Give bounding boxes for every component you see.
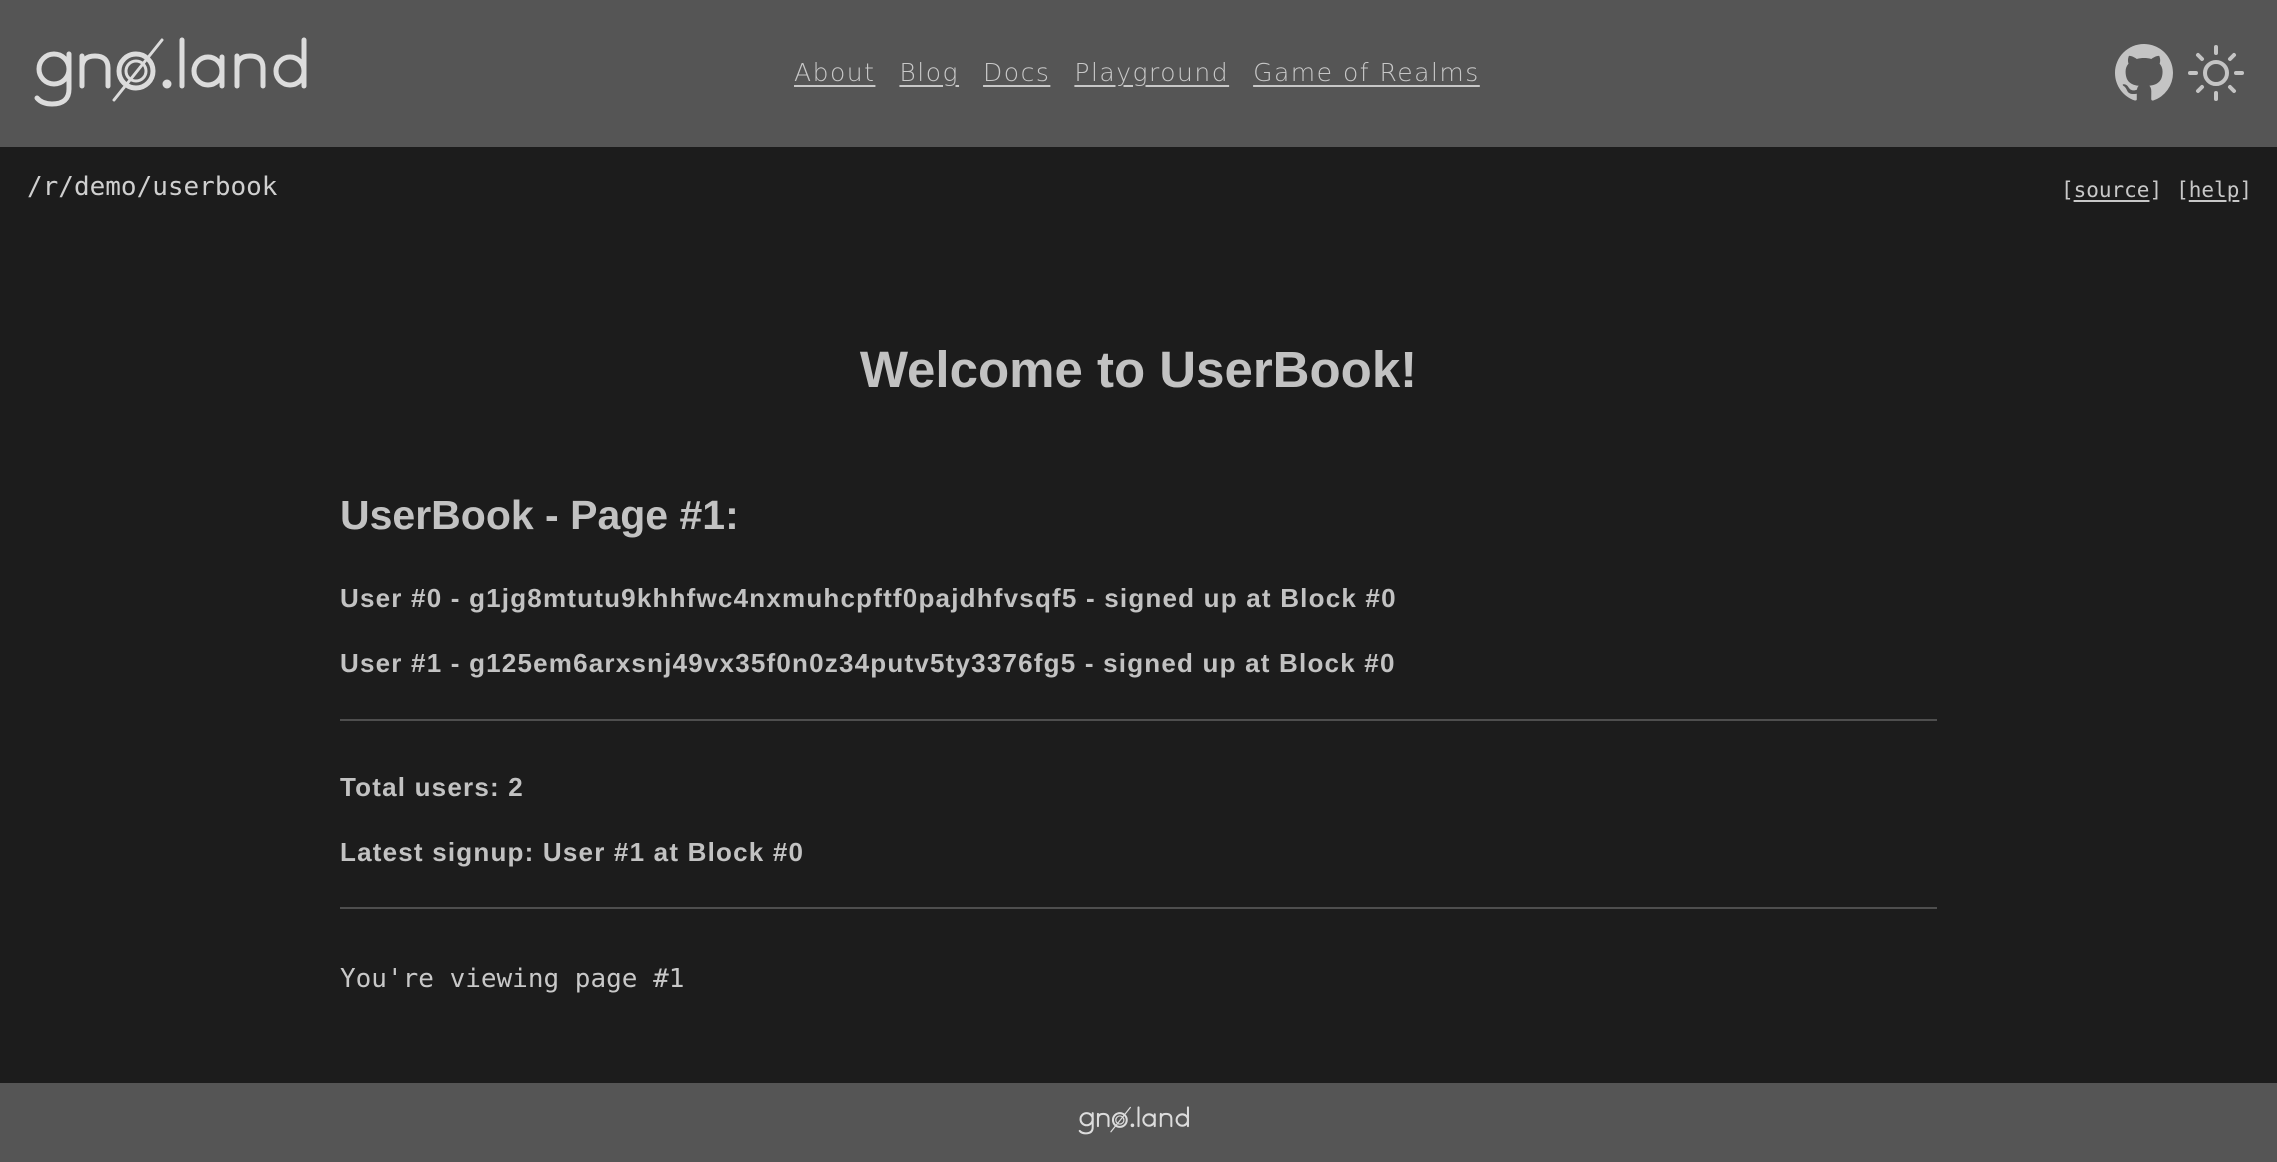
header-icons bbox=[2115, 44, 2245, 107]
user-entry: User #1 - g125em6arxsnj49vx35f0n0z34putv… bbox=[340, 648, 1396, 678]
sun-icon[interactable] bbox=[2187, 44, 2245, 107]
header: About Blog Docs Playground Game of Realm… bbox=[0, 0, 2277, 147]
main-nav: About Blog Docs Playground Game of Realm… bbox=[794, 58, 1480, 87]
nav-docs[interactable]: Docs bbox=[983, 58, 1050, 87]
nav-about[interactable]: About bbox=[794, 58, 875, 87]
nav-playground[interactable]: Playground bbox=[1074, 58, 1229, 87]
source-link-label[interactable]: source bbox=[2074, 178, 2150, 202]
help-link-label[interactable]: help bbox=[2189, 178, 2240, 202]
gnoland-logo[interactable] bbox=[32, 34, 332, 108]
latest-signup: Latest signup: User #1 at Block #0 bbox=[340, 837, 805, 867]
page-heading: UserBook - Page #1: bbox=[340, 492, 739, 538]
footer-logo[interactable] bbox=[1076, 1105, 1201, 1140]
page-title: Welcome to UserBook! bbox=[859, 341, 1418, 398]
nav-game-of-realms[interactable]: Game of Realms bbox=[1253, 58, 1480, 87]
page-indicator: You're viewing page #1 bbox=[340, 964, 685, 994]
github-icon[interactable] bbox=[2115, 44, 2173, 107]
meta-links: [source] [help] bbox=[2061, 178, 2252, 202]
gnoland-logo-icon bbox=[34, 37, 307, 107]
gnoland-logo-icon bbox=[1078, 1106, 1189, 1135]
source-link[interactable]: [source] bbox=[2061, 178, 2162, 202]
divider bbox=[340, 719, 1937, 721]
realm-path: /r/demo/userbook bbox=[27, 172, 278, 202]
nav-blog[interactable]: Blog bbox=[899, 58, 959, 87]
footer bbox=[0, 1083, 2277, 1162]
divider bbox=[340, 907, 1937, 909]
help-link[interactable]: [help] bbox=[2176, 178, 2252, 202]
user-entry: User #0 - g1jg8mtutu9khhfwc4nxmuhcpftf0p… bbox=[340, 583, 1397, 613]
total-users: Total users: 2 bbox=[340, 772, 524, 802]
